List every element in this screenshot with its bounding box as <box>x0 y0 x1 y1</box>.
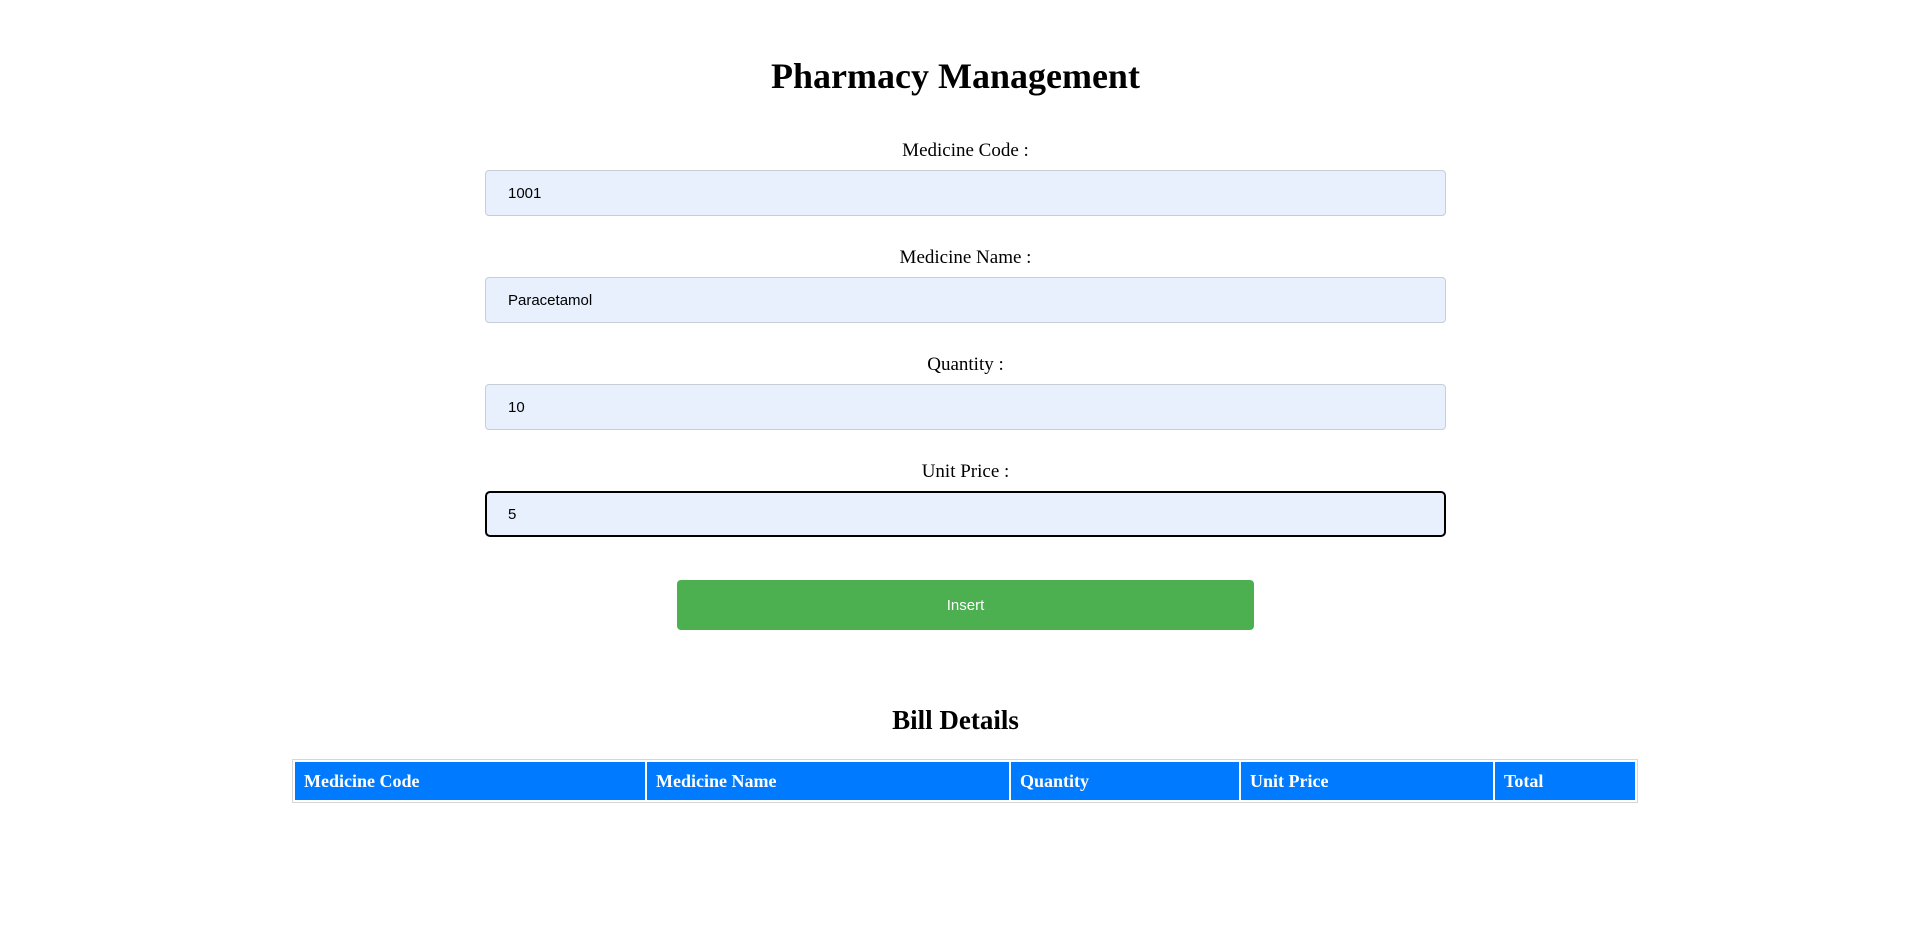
unit-price-label: Unit Price : <box>921 461 1010 482</box>
unit-price-group: Unit Price : <box>485 461 1446 537</box>
bill-table: Medicine Code Medicine Name Quantity Uni… <box>292 759 1638 803</box>
medicine-name-label: Medicine Name : <box>899 247 1032 268</box>
column-header-total: Total <box>1495 762 1635 800</box>
insert-button[interactable]: Insert <box>677 580 1254 630</box>
medicine-code-label: Medicine Code : <box>902 140 1029 161</box>
medicine-code-input[interactable] <box>485 170 1446 216</box>
quantity-group: Quantity : <box>485 354 1446 430</box>
quantity-label: Quantity : <box>927 354 1004 375</box>
unit-price-input[interactable] <box>485 491 1446 537</box>
column-header-medicine-name: Medicine Name <box>647 762 1009 800</box>
medicine-name-group: Medicine Name : <box>485 247 1446 323</box>
quantity-input[interactable] <box>485 384 1446 430</box>
column-header-unit-price: Unit Price <box>1241 762 1493 800</box>
bill-table-header-row: Medicine Code Medicine Name Quantity Uni… <box>295 762 1635 800</box>
medicine-code-group: Medicine Code : <box>485 140 1446 216</box>
medicine-name-input[interactable] <box>485 277 1446 323</box>
column-header-quantity: Quantity <box>1011 762 1239 800</box>
bill-details-title: Bill Details <box>892 705 1019 735</box>
page-title: Pharmacy Management <box>771 56 1140 96</box>
column-header-medicine-code: Medicine Code <box>295 762 645 800</box>
